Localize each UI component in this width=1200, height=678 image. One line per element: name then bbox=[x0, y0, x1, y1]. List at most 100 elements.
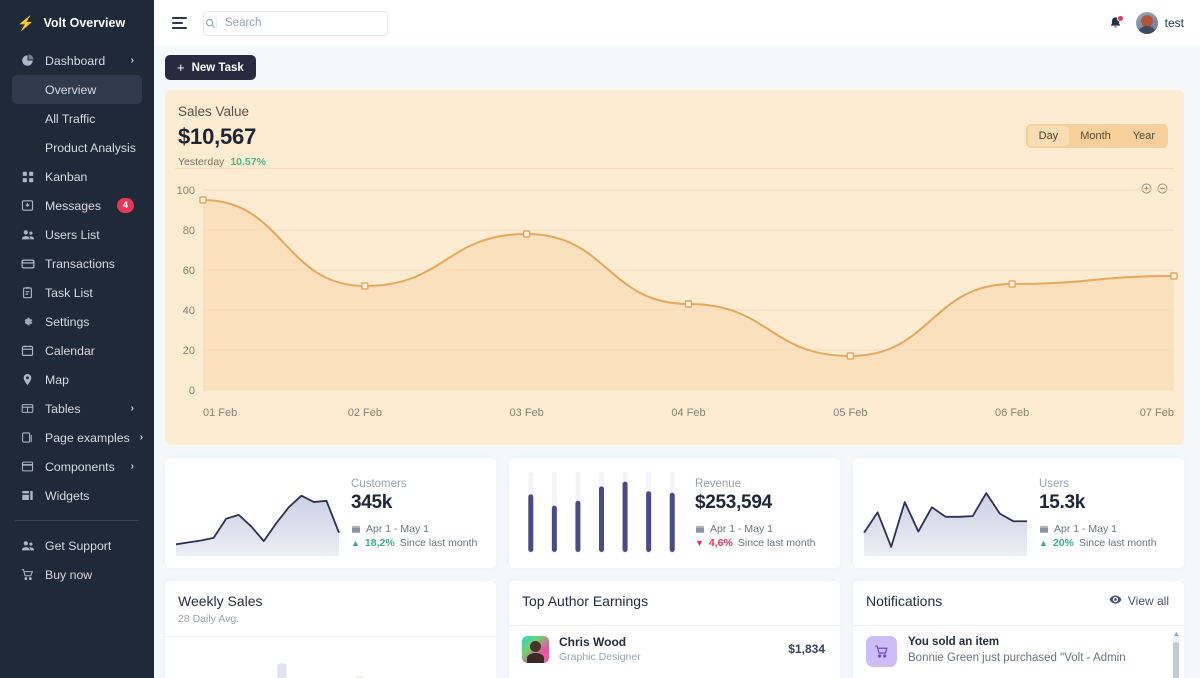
sidebar-item-settings[interactable]: Settings bbox=[12, 307, 142, 336]
sales-value-card: Sales Value $10,567 Yesterday 10.57% Day … bbox=[165, 90, 1184, 445]
notification-item[interactable]: You sold an item Bonnie Green just purch… bbox=[853, 626, 1184, 678]
hamburger-icon[interactable] bbox=[170, 15, 189, 31]
revenue-bars-wrap bbox=[519, 470, 684, 556]
author-role: Graphic Designer bbox=[559, 651, 641, 663]
svg-text:0: 0 bbox=[189, 385, 195, 397]
weekly-sales-bars[interactable] bbox=[165, 645, 496, 678]
sidebar-item-components[interactable]: Components › bbox=[12, 452, 142, 481]
stat-date-range: Apr 1 - May 1 bbox=[1039, 523, 1170, 535]
weekly-sales-header: Weekly Sales 28 Daily Avg. bbox=[165, 581, 496, 637]
view-all-button[interactable]: View all bbox=[1109, 593, 1169, 609]
sales-value: $10,567 bbox=[178, 124, 257, 149]
topbar: test bbox=[154, 0, 1200, 46]
sidebar-item-messages[interactable]: Messages 4 bbox=[12, 191, 142, 220]
chevron-right-icon: › bbox=[139, 432, 144, 443]
sidebar-item-get-support[interactable]: Get Support bbox=[12, 531, 142, 560]
svg-text:03 Feb: 03 Feb bbox=[510, 407, 544, 419]
dashboard-content: + New Task Sales Value $10,567 Yesterday… bbox=[154, 46, 1200, 678]
sidebar-item-transactions[interactable]: Transactions bbox=[12, 249, 142, 278]
svg-text:05 Feb: 05 Feb bbox=[833, 407, 867, 419]
stat-label: Customers bbox=[351, 477, 407, 490]
sidebar-item-widgets[interactable]: Widgets bbox=[12, 481, 142, 510]
range-day-button[interactable]: Day bbox=[1027, 126, 1070, 146]
plus-icon: + bbox=[177, 60, 185, 75]
sidebar-item-users-list[interactable]: Users List bbox=[12, 220, 142, 249]
customers-sparkline bbox=[175, 494, 340, 556]
pie-chart-icon bbox=[20, 54, 35, 67]
stat-date-text: Apr 1 - May 1 bbox=[366, 522, 430, 535]
sales-sub-label: Yesterday bbox=[178, 156, 225, 168]
stat-label: Users bbox=[1039, 477, 1070, 490]
map-pin-icon bbox=[20, 373, 35, 386]
notifications-scrollbar[interactable]: ▲ bbox=[1173, 631, 1180, 678]
sidebar-item-kanban[interactable]: Kanban bbox=[12, 162, 142, 191]
sidebar-item-label: Components bbox=[45, 459, 115, 474]
widget-icon bbox=[20, 489, 35, 502]
stat-date-text: Apr 1 - May 1 bbox=[710, 522, 774, 535]
sales-sub-percent: 10.57% bbox=[230, 156, 266, 168]
sidebar-item-all-traffic[interactable]: All Traffic bbox=[12, 104, 142, 133]
stat-trend: ▲ 18,2% Since last month bbox=[351, 537, 482, 549]
bell-icon[interactable] bbox=[1108, 14, 1124, 31]
notifications-title: Notifications bbox=[866, 593, 943, 609]
new-task-button[interactable]: + New Task bbox=[165, 55, 256, 80]
sidebar-subitem-label: Product Analysis bbox=[45, 140, 136, 155]
author-meta: Chris Wood Graphic Designer bbox=[559, 635, 778, 663]
sidebar-item-overview[interactable]: Overview bbox=[12, 75, 142, 104]
sales-card-header: Sales Value $10,567 Yesterday 10.57% Day … bbox=[165, 90, 1184, 168]
weekly-sales-card: Weekly Sales 28 Daily Avg. bbox=[165, 581, 496, 678]
bottom-cards-row: Weekly Sales 28 Daily Avg. Top Author Ea… bbox=[165, 581, 1184, 678]
sidebar-item-dashboard[interactable]: Dashboard › bbox=[12, 46, 142, 75]
range-month-button[interactable]: Month bbox=[1069, 126, 1122, 146]
support-icon bbox=[20, 539, 35, 553]
sidebar-item-map[interactable]: Map bbox=[12, 365, 142, 394]
messages-badge: 4 bbox=[116, 198, 134, 213]
top-author-title: Top Author Earnings bbox=[522, 593, 649, 609]
customers-info: Customers 345k Apr 1 - May 1 ▲ 18,2% Sin… bbox=[340, 470, 482, 556]
stat-card-users: Users 15.3k Apr 1 - May 1 ▲ 20% Since la… bbox=[853, 458, 1184, 568]
search-bar[interactable] bbox=[203, 10, 388, 36]
brand-logo[interactable]: ⚡ Volt Overview bbox=[12, 0, 142, 46]
avatar bbox=[1135, 12, 1158, 34]
grid-icon bbox=[20, 171, 35, 183]
stat-value: 345k bbox=[351, 491, 393, 513]
stat-value: $253,594 bbox=[695, 491, 772, 513]
sidebar-item-task-list[interactable]: Task List bbox=[12, 278, 142, 307]
customers-sparkline-wrap bbox=[175, 470, 340, 556]
stat-trend: ▼ 4,6% Since last month bbox=[695, 537, 826, 549]
notification-description: Bonnie Green just purchased "Volt - Admi… bbox=[908, 652, 1126, 664]
range-toggle-group: Day Month Year bbox=[1025, 124, 1168, 148]
svg-text:40: 40 bbox=[183, 305, 195, 317]
sidebar-item-label: Tables bbox=[45, 401, 81, 416]
stat-trend: ▲ 20% Since last month bbox=[1039, 537, 1170, 549]
calendar-icon bbox=[351, 524, 361, 534]
list-item[interactable]: Chris Wood Graphic Designer $1,834 bbox=[509, 626, 840, 672]
users-sparkline bbox=[863, 492, 1027, 556]
sidebar-item-buy-now[interactable]: Buy now bbox=[12, 560, 142, 589]
chevron-right-icon: › bbox=[130, 403, 134, 414]
sidebar-item-label: Kanban bbox=[45, 169, 88, 184]
scroll-up-caret: ▲ bbox=[1173, 631, 1180, 638]
range-year-button[interactable]: Year bbox=[1122, 126, 1166, 146]
scrollbar-thumb bbox=[1173, 642, 1179, 678]
stat-trend-text: Since last month bbox=[1078, 536, 1157, 549]
sidebar-item-label: Users List bbox=[45, 227, 100, 242]
arrow-up-icon: ▲ bbox=[1039, 537, 1048, 548]
sidebar-item-product-analysis[interactable]: Product Analysis bbox=[12, 133, 142, 162]
notifications-header: Notifications View all bbox=[853, 581, 1184, 626]
chevron-right-icon: › bbox=[130, 55, 134, 66]
users-icon bbox=[20, 228, 35, 242]
sidebar-item-calendar[interactable]: Calendar bbox=[12, 336, 142, 365]
svg-text:60: 60 bbox=[183, 265, 195, 277]
sidebar-item-tables[interactable]: Tables › bbox=[12, 394, 142, 423]
user-menu[interactable]: test bbox=[1135, 12, 1184, 34]
search-input[interactable] bbox=[217, 17, 387, 29]
sidebar-item-label: Calendar bbox=[45, 343, 95, 358]
sidebar-item-page-examples[interactable]: Page examples › bbox=[12, 423, 144, 452]
arrow-up-icon: ▲ bbox=[351, 537, 360, 548]
svg-text:20: 20 bbox=[183, 345, 195, 357]
sidebar-item-label: Transactions bbox=[45, 256, 115, 271]
stat-date-range: Apr 1 - May 1 bbox=[695, 523, 826, 535]
stat-date-text: Apr 1 - May 1 bbox=[1054, 522, 1118, 535]
sales-value-chart[interactable]: 0 20 40 60 80 100 01 Feb 02 Feb 03 Feb 04 Feb 05 F… bbox=[165, 178, 1184, 440]
